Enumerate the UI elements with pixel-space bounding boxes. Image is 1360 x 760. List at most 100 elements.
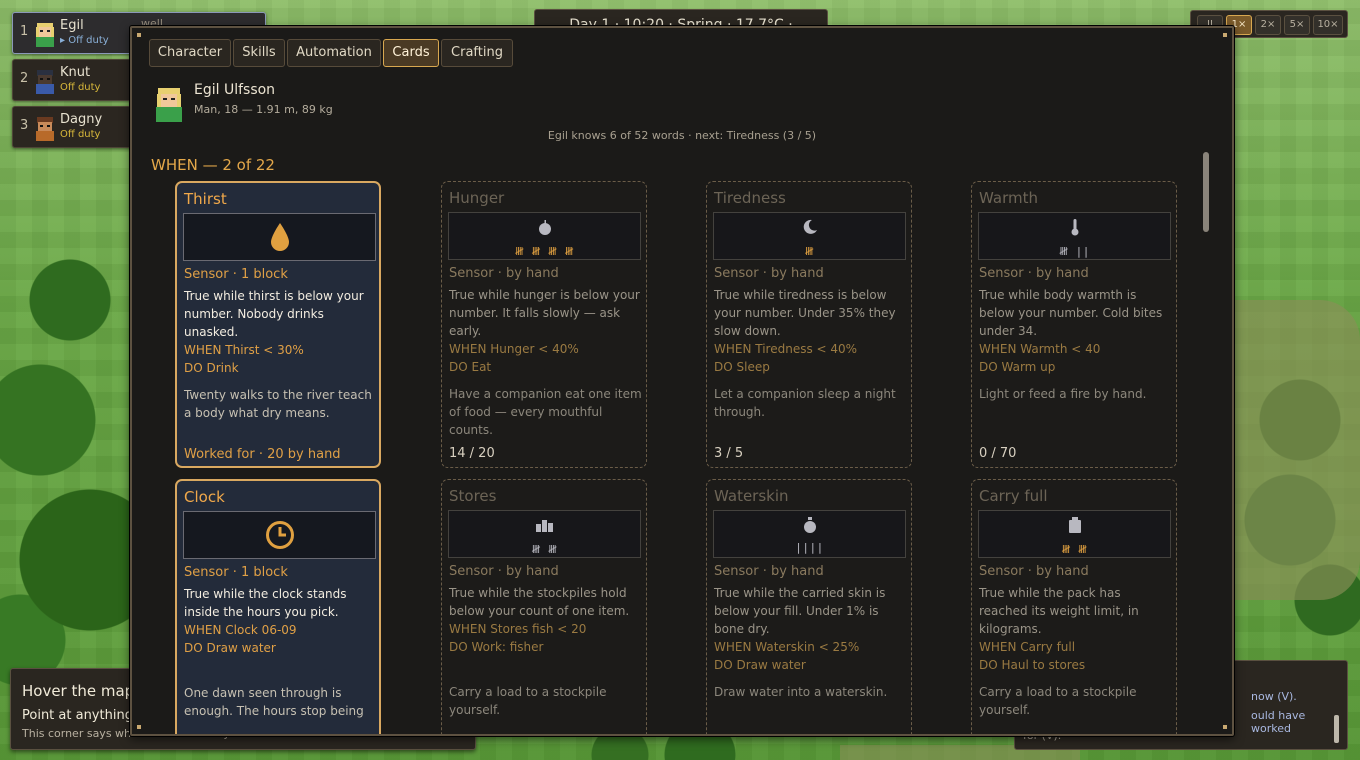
card-icon-box: 𝍸 𝍸 <box>978 510 1171 558</box>
card-flavor: Twenty walks to the river teach a body w… <box>184 388 372 420</box>
card-description: True while hunger is below your number. … <box>449 288 640 338</box>
card-do: DO Eat <box>449 360 492 374</box>
section-heading: WHEN — 2 of 22 <box>151 156 275 174</box>
speed-10x-button[interactable]: 10× <box>1313 15 1343 35</box>
cards-scrollbar[interactable] <box>1203 152 1209 232</box>
tally-marks: 𝍸 <box>804 245 815 258</box>
card-icon-box: 𝍸 𝍸 <box>448 510 641 558</box>
roster-name: Knut <box>60 65 91 80</box>
card-clock[interactable]: Clock Sensor · 1 block True while the cl… <box>175 479 381 734</box>
waterskin-icon <box>803 517 816 533</box>
card-flavor: Let a companion sleep a night through. <box>714 387 896 419</box>
card-do: DO Draw water <box>714 658 806 672</box>
tab-automation[interactable]: Automation <box>287 39 381 67</box>
panel-corner <box>1223 725 1227 729</box>
panel-corner <box>137 33 141 37</box>
card-progress: 0 / 70 <box>979 446 1017 461</box>
card-sensor: Sensor · by hand <box>979 266 1089 281</box>
card-waterskin[interactable]: Waterskin |||| Sensor · by hand True whi… <box>706 479 912 734</box>
card-warmth[interactable]: Warmth 𝍸 || Sensor · by hand True while … <box>971 181 1177 468</box>
panel-corner <box>1223 33 1227 37</box>
roster-number: 1 <box>20 24 29 39</box>
card-do: DO Warm up <box>979 360 1056 374</box>
card-description: True while the pack has reached its weig… <box>979 586 1139 636</box>
card-title: Tiredness <box>714 189 786 207</box>
log-line: ould have worked <box>1251 709 1306 735</box>
card-flavor: Carry a load to a stockpile yourself. <box>449 685 607 717</box>
card-description: True while the stockpiles hold below you… <box>449 586 630 618</box>
roster-status: Off duty <box>60 129 101 140</box>
tip-title: Hover the map <box>22 682 135 700</box>
card-flavor: One dawn seen through is enough. The hou… <box>184 686 364 718</box>
card-do: DO Haul to stores <box>979 658 1086 672</box>
card-title: Hunger <box>449 189 505 207</box>
character-portrait <box>156 88 182 122</box>
card-when: WHEN Waterskin < 25% <box>714 640 860 654</box>
card-description: True while tiredness is below your numbe… <box>714 288 896 338</box>
tally-marks: 𝍸 𝍸 𝍸 𝍸 <box>514 245 575 258</box>
tally-marks: 𝍸 || <box>1059 245 1090 258</box>
card-carry-full[interactable]: Carry full 𝍸 𝍸 Sensor · by hand True whi… <box>971 479 1177 734</box>
card-sensor: Sensor · by hand <box>979 564 1089 579</box>
card-when: WHEN Hunger < 40% <box>449 342 579 356</box>
card-sensor: Sensor · by hand <box>714 266 824 281</box>
log-scrollbar[interactable] <box>1334 715 1339 743</box>
backpack-icon <box>1068 517 1081 533</box>
egil-portrait <box>36 23 54 47</box>
tip-line: Point at anything. <box>22 708 138 723</box>
card-footer: Worked for · 20 by hand <box>184 447 341 462</box>
card-title: Waterskin <box>714 487 789 505</box>
card-tiredness[interactable]: Tiredness 𝍸 Sensor · by hand True while … <box>706 181 912 468</box>
words-known: Egil knows 6 of 52 words · next: Tiredne… <box>547 129 817 142</box>
speed-5x-button[interactable]: 5× <box>1284 15 1310 35</box>
speed-2x-button[interactable]: 2× <box>1255 15 1281 35</box>
card-title: Stores <box>449 487 497 505</box>
knut-portrait <box>36 70 54 94</box>
card-description: True while body warmth is below your num… <box>979 288 1163 338</box>
card-when: WHEN Thirst < 30% <box>184 343 304 357</box>
stockpile-icon <box>535 520 553 532</box>
card-icon-box: 𝍸 <box>713 212 906 260</box>
tab-skills[interactable]: Skills <box>233 39 285 67</box>
dagny-portrait <box>36 117 54 141</box>
card-flavor: Light or feed a fire by hand. <box>979 387 1147 401</box>
tab-crafting[interactable]: Crafting <box>441 39 513 67</box>
water-drop-icon <box>270 223 289 251</box>
card-when: WHEN Tiredness < 40% <box>714 342 858 356</box>
card-when: WHEN Carry full <box>979 640 1076 654</box>
card-do: DO Drink <box>184 361 239 375</box>
card-sensor: Sensor · 1 block <box>184 565 288 580</box>
card-progress: 14 / 20 <box>449 446 495 461</box>
card-do: DO Sleep <box>714 360 770 374</box>
card-icon-box: |||| <box>713 510 906 558</box>
card-do: DO Work: fisher <box>449 640 544 654</box>
card-flavor: Have a companion eat one item of food — … <box>449 387 642 437</box>
card-sensor: Sensor · 1 block <box>184 267 288 282</box>
character-info: Man, 18 — 1.91 m, 89 kg <box>194 103 333 116</box>
log-line: now (V). <box>1251 690 1297 703</box>
character-name: Egil Ulfsson <box>194 82 276 98</box>
card-when: WHEN Warmth < 40 <box>979 342 1101 356</box>
moon-icon <box>803 219 817 234</box>
tab-cards[interactable]: Cards <box>383 39 439 67</box>
card-title: Thirst <box>184 190 227 208</box>
card-flavor: Draw water into a waterskin. <box>714 685 888 699</box>
card-thirst[interactable]: Thirst Sensor · 1 block True while thirs… <box>175 181 381 468</box>
card-sensor: Sensor · by hand <box>449 564 559 579</box>
card-hunger[interactable]: Hunger 𝍸 𝍸 𝍸 𝍸 Sensor · by hand True whi… <box>441 181 647 468</box>
apple-icon <box>538 220 551 235</box>
tally-marks: 𝍸 𝍸 <box>531 543 558 556</box>
tab-character[interactable]: Character <box>149 39 231 67</box>
tally-marks: 𝍸 𝍸 <box>1061 543 1088 556</box>
card-title: Carry full <box>979 487 1048 505</box>
card-sensor: Sensor · by hand <box>449 266 559 281</box>
character-panel: Character Skills Automation Cards Crafti… <box>130 26 1234 736</box>
card-icon-box <box>183 511 376 559</box>
card-do: DO Draw water <box>184 641 276 655</box>
roster-number: 2 <box>20 71 29 86</box>
panel-corner <box>137 725 141 729</box>
card-description: True while the carried skin is below you… <box>714 586 886 636</box>
clock-icon <box>265 521 294 549</box>
card-description: True while thirst is below your number. … <box>184 289 364 339</box>
card-stores[interactable]: Stores 𝍸 𝍸 Sensor · by hand True while t… <box>441 479 647 734</box>
